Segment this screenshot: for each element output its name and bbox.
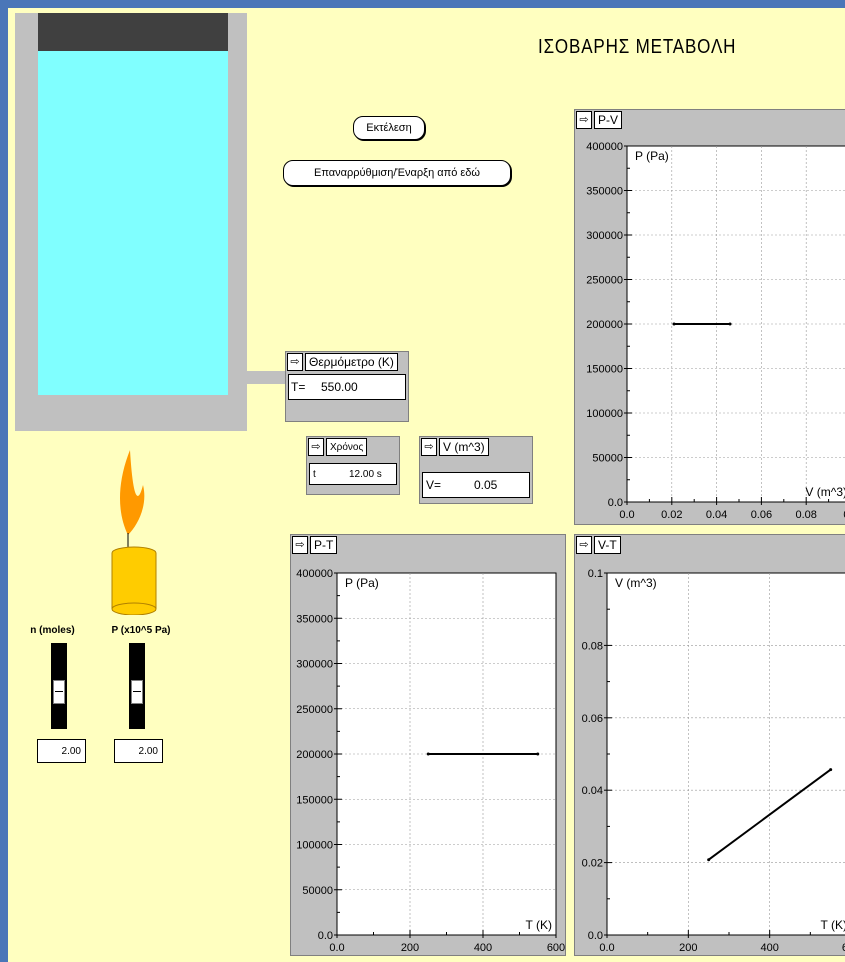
- volume-value: 0.05: [474, 478, 498, 492]
- y-tick-label: 100000: [586, 408, 623, 420]
- y-tick-label: 150000: [586, 364, 623, 376]
- x-tick-label: 0.0: [329, 942, 344, 954]
- p-value: 2.00: [138, 745, 158, 757]
- volume-label: V (m^3): [439, 438, 489, 456]
- y-axis-label: P (Pa): [345, 576, 379, 590]
- arrow-right-icon[interactable]: ⇨: [292, 536, 308, 554]
- piston[interactable]: [38, 13, 228, 51]
- x-tick-label: 0.08: [795, 509, 816, 521]
- pv-panel-label: P-V: [594, 111, 623, 129]
- y-tick-label: 200000: [586, 319, 623, 331]
- n-slider-label: n (moles): [30, 625, 75, 636]
- p-value-box[interactable]: 2.00: [114, 739, 163, 763]
- p-slider-thumb[interactable]: [131, 680, 143, 704]
- x-tick-label: 0.0: [619, 509, 634, 521]
- data-point: [829, 768, 833, 772]
- data-point: [536, 752, 540, 756]
- time-panel: ⇨ Χρόνος t 12.00 s: [306, 436, 400, 495]
- temperature-value: 550.00: [321, 380, 358, 394]
- data-point: [426, 752, 430, 756]
- pt-panel-label: P-T: [310, 536, 338, 554]
- x-tick-label: 400: [760, 942, 778, 954]
- volume-panel: ⇨ V (m^3) V= 0.05: [419, 436, 533, 504]
- y-tick-label: 0.0: [318, 930, 333, 942]
- x-axis-label: T (K): [821, 918, 845, 932]
- y-tick-label: 0.06: [582, 713, 603, 725]
- y-tick-label: 400000: [296, 568, 333, 580]
- x-tick-label: 600: [547, 942, 565, 954]
- time-prefix: t: [313, 468, 316, 480]
- y-tick-label: 50000: [592, 453, 623, 465]
- candle-flame-icon: [111, 450, 157, 615]
- y-tick-label: 300000: [586, 230, 623, 242]
- x-tick-label: 0.02: [661, 509, 682, 521]
- y-tick-label: 350000: [586, 186, 623, 198]
- y-tick-label: 250000: [296, 704, 333, 716]
- pt-chart: 0.0 200 400 600 0.0 50000 100000 150000 200000 25…: [296, 568, 565, 954]
- data-point: [707, 858, 711, 862]
- pv-chart-panel: ⇨ P-V 0.00.020.040.060.080.10.0500001000…: [574, 109, 845, 525]
- time-label: Χρόνος: [326, 438, 368, 456]
- thermometer-label: Θερμόμετρο (K): [305, 353, 398, 371]
- x-tick-label: 200: [401, 942, 419, 954]
- run-button[interactable]: Εκτέλεση: [353, 116, 425, 140]
- y-tick-label: 400000: [586, 141, 623, 153]
- volume-display: V= 0.05: [422, 472, 530, 498]
- arrow-right-icon[interactable]: ⇨: [576, 536, 592, 554]
- temperature-display: T= 550.00: [288, 374, 406, 400]
- x-tick-label: 200: [679, 942, 697, 954]
- x-tick-label: 400: [474, 942, 492, 954]
- y-tick-label: 300000: [296, 659, 333, 671]
- gas-volume: [38, 13, 228, 395]
- volume-prefix: V=: [426, 478, 442, 492]
- y-tick-label: 100000: [296, 840, 333, 852]
- n-value: 2.00: [61, 745, 81, 757]
- time-value: 12.00 s: [349, 468, 382, 480]
- arrow-right-icon[interactable]: ⇨: [576, 111, 592, 129]
- y-tick-label: 250000: [586, 275, 623, 287]
- pt-chart-panel: ⇨ P-T 0.0 200 400 600 0.0 50000 100000 150000 20…: [290, 534, 566, 956]
- arrow-right-icon[interactable]: ⇨: [287, 353, 303, 371]
- vt-chart-panel: ⇨ V-T 0.02004006000.00.020.040.060.080.1…: [574, 534, 845, 956]
- y-tick-label: 0.0: [608, 497, 623, 509]
- time-display: t 12.00 s: [309, 463, 397, 485]
- x-axis-label: V (m^3): [805, 485, 845, 499]
- p-slider-label: P (x10^5 Pa): [111, 625, 171, 636]
- n-value-box[interactable]: 2.00: [37, 739, 86, 763]
- y-tick-label: 0.1: [588, 568, 603, 580]
- arrow-right-icon[interactable]: ⇨: [308, 438, 324, 456]
- y-tick-label: 0.08: [582, 640, 603, 652]
- pv-chart: 0.00.020.040.060.080.10.0500001000001500…: [586, 141, 845, 521]
- data-point: [728, 322, 732, 326]
- plot-area: [606, 572, 845, 936]
- thermometer-panel: ⇨ Θερμόμετρο (K) T= 550.00: [285, 351, 409, 422]
- y-tick-label: 0.04: [582, 785, 603, 797]
- x-axis-label: T (K): [526, 918, 552, 932]
- data-point: [672, 322, 676, 326]
- temperature-prefix: T=: [291, 380, 306, 394]
- x-tick-label: 0.06: [751, 509, 772, 521]
- page-title: ΙΣΟΒΑΡΗΣ ΜΕΤΑΒΟΛΗ: [538, 36, 737, 58]
- p-slider-track[interactable]: [129, 643, 145, 729]
- vt-chart: 0.02004006000.00.020.040.060.080.1V (m^3…: [582, 568, 845, 954]
- x-tick-label: 0.04: [706, 509, 727, 521]
- vt-panel-label: V-T: [594, 536, 621, 554]
- y-tick-label: 50000: [302, 885, 333, 897]
- n-slider-thumb[interactable]: [53, 680, 65, 704]
- reset-button[interactable]: Επαναρρύθμιση/Έναρξη από εδώ: [283, 160, 511, 186]
- simulation-stage: ΙΣΟΒΑΡΗΣ ΜΕΤΑΒΟΛΗ Εκτέλεση Επαναρρύθμιση…: [8, 8, 845, 962]
- y-tick-label: 150000: [296, 794, 333, 806]
- y-tick-label: 350000: [296, 613, 333, 625]
- y-tick-label: 0.02: [582, 858, 603, 870]
- arrow-right-icon[interactable]: ⇨: [421, 438, 437, 456]
- y-axis-label: V (m^3): [615, 576, 657, 590]
- n-slider-track[interactable]: [51, 643, 67, 729]
- y-tick-label: 0.0: [588, 930, 603, 942]
- y-axis-label: P (Pa): [635, 149, 669, 163]
- y-tick-label: 200000: [296, 749, 333, 761]
- x-tick-label: 0.0: [599, 942, 614, 954]
